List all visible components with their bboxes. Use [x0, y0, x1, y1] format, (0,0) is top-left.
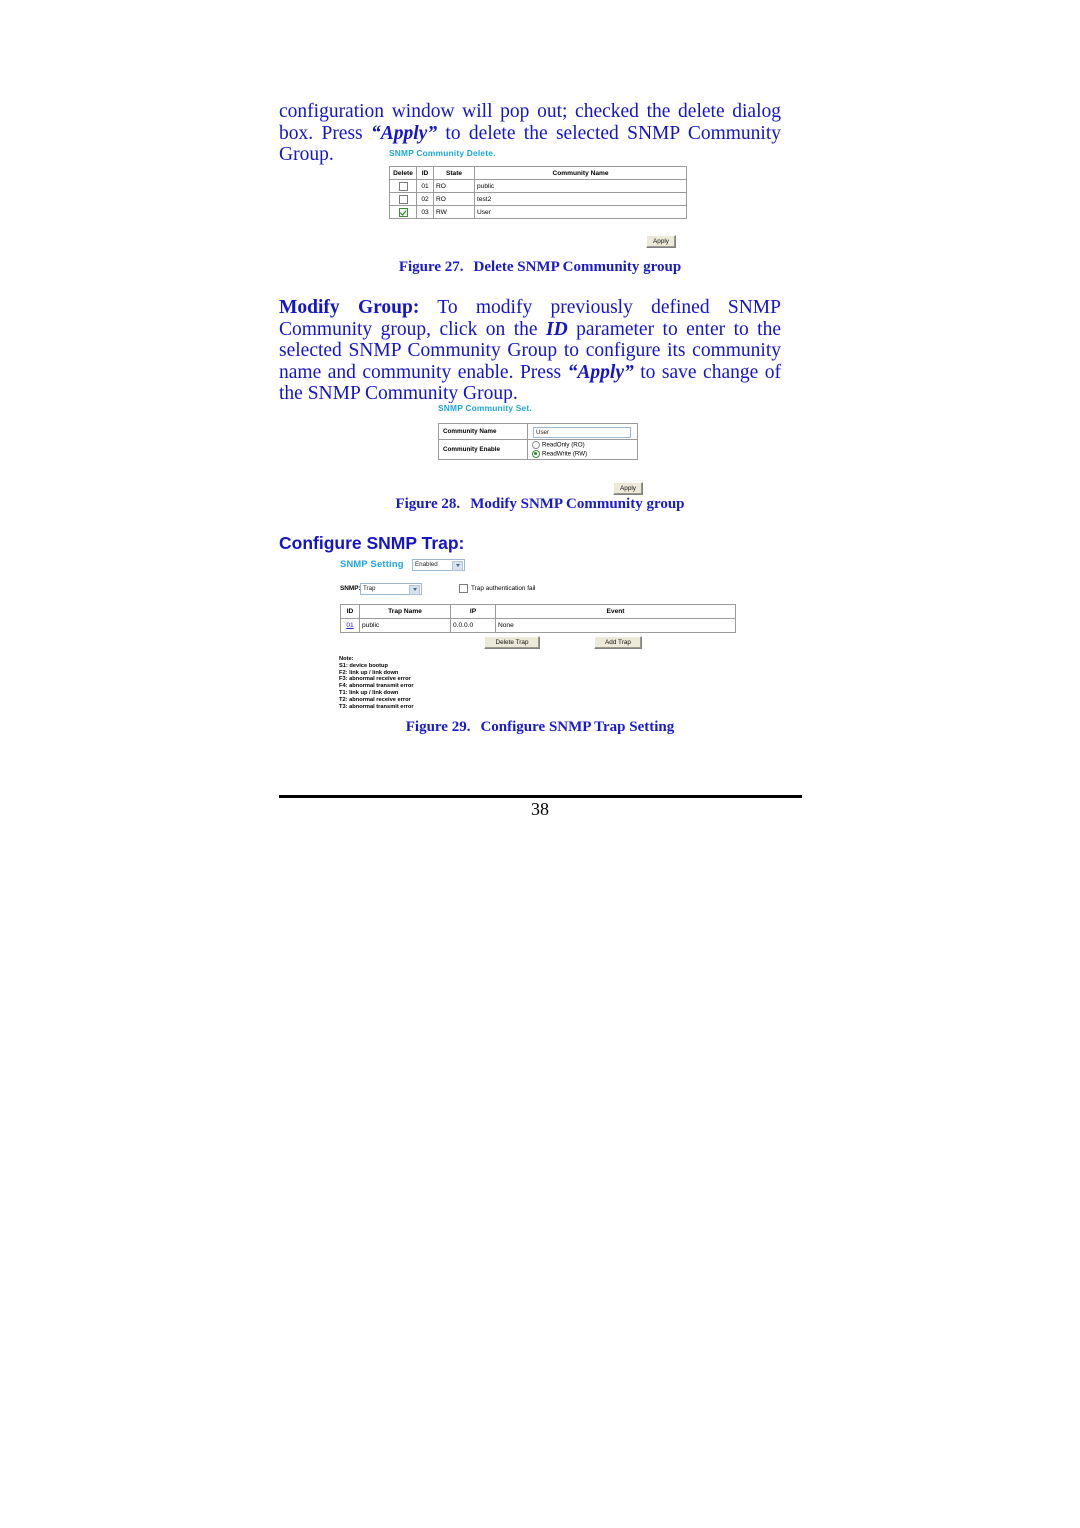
figure27-title: Delete SNMP Community group [473, 259, 682, 275]
figure27-screenshot: SNMP Community Delete. Delete ID State C… [388, 148, 690, 256]
figure29-title: Configure SNMP Trap Setting [480, 719, 675, 735]
figure27-number: Figure 27. [398, 259, 464, 275]
figure28-caption: Figure 28. Modify SNMP Community group [0, 496, 1080, 513]
figure27-caption: Figure 27. Delete SNMP Community group [0, 259, 1080, 276]
figure28-number: Figure 28. [395, 496, 461, 512]
section-heading-configure-snmp-trap: Configure SNMP Trap: [279, 533, 465, 553]
note-item: F3: abnormal receive error [339, 676, 411, 683]
trap-authentication-fail-option[interactable]: Trap authentication fail [459, 584, 535, 593]
snmp-community-set-form: Community Name User Community Enable Rea… [438, 423, 638, 461]
intro-line2-pre: Press [321, 122, 371, 144]
note-item: T2: abnormal receive error [339, 696, 411, 703]
form-row-community-enable: Community Enable ReadOnly (RO) ReadWrite… [438, 438, 638, 461]
row-community-name: test2 [474, 192, 687, 206]
table-row[interactable]: 03 RW User [389, 205, 687, 219]
radio-readonly-label: ReadOnly (RO) [542, 441, 585, 449]
row-state: RO [433, 192, 475, 206]
column-header-delete: Delete [389, 166, 417, 180]
apply-button[interactable]: Apply [646, 235, 676, 248]
snmp-trap-table: ID Trap Name IP Event 01 public 0.0.0.0 … [340, 604, 736, 633]
table-row[interactable]: 01 RO public [389, 179, 687, 193]
delete-checkbox-cell[interactable] [389, 179, 417, 193]
column-header-ip: IP [450, 604, 496, 619]
delete-checkbox[interactable] [398, 181, 408, 191]
table-header-row: ID Trap Name IP Event [340, 604, 736, 619]
note-item: T3: abnormal transmit error [339, 703, 414, 710]
row-state: RW [433, 205, 475, 219]
snmp-community-delete-table: Delete ID State Community Name 01 RO pub… [389, 166, 687, 219]
row-id: 03 [416, 205, 434, 219]
trap-authentication-fail-checkbox[interactable] [459, 584, 468, 593]
snmp-setting-title: SNMP Setting [340, 558, 404, 569]
figure29-caption: Figure 29. Configure SNMP Trap Setting [0, 719, 1080, 736]
column-header-id: ID [416, 166, 434, 180]
label-community-enable: Community Enable [438, 438, 528, 461]
snmp-label: SNMP: [340, 585, 361, 592]
row-id: 02 [416, 192, 434, 206]
trap-name: public [359, 618, 451, 633]
snmp-community-delete-title: SNMP Community Delete. [389, 148, 496, 158]
trap-id-cell[interactable]: 01 [340, 618, 360, 633]
table-header-row: Delete ID State Community Name [389, 166, 687, 180]
chevron-down-icon [413, 588, 417, 591]
document-page: configuration window will pop out; check… [0, 0, 1080, 1528]
table-row[interactable]: 01 public 0.0.0.0 None [340, 618, 736, 633]
chevron-down-icon [456, 564, 460, 567]
note-item: F2: link up / link down [339, 669, 399, 676]
notes-title: Note: [339, 656, 354, 662]
add-trap-button[interactable]: Add Trap [594, 636, 642, 649]
delete-checkbox-cell[interactable] [389, 192, 417, 206]
radio-option-readwrite[interactable]: ReadWrite (RW) [528, 449, 637, 459]
apply-button[interactable]: Apply [613, 482, 643, 495]
delete-checkbox-cell[interactable] [389, 205, 417, 219]
form-row-community-name: Community Name User [438, 423, 638, 440]
row-id: 01 [416, 179, 434, 193]
apply-emphasis: “Apply” [370, 122, 438, 144]
apply-emphasis: “Apply” [567, 361, 634, 383]
delete-checkbox-checked[interactable] [398, 207, 408, 217]
snmp-mode-select[interactable]: Trap [360, 583, 422, 595]
trap-authentication-fail-label: Trap authentication fail [471, 585, 536, 593]
trap-id-link[interactable]: 01 [346, 622, 353, 629]
footer-divider [279, 795, 802, 798]
snmp-community-set-title: SNMP Community Set. [438, 403, 532, 413]
snmp-mode-value: Trap [363, 585, 376, 592]
note-item: F4: abnormal transmit error [339, 683, 414, 690]
note-item: S1: device bootup [339, 662, 388, 669]
community-name-input[interactable]: User [533, 426, 631, 438]
trap-event: None [495, 618, 736, 633]
delete-checkbox[interactable] [398, 194, 408, 204]
figure28-title: Modify SNMP Community group [470, 496, 685, 512]
snmp-state-value: Enabled [415, 561, 438, 568]
community-enable-cell[interactable]: ReadOnly (RO) ReadWrite (RW) [527, 438, 638, 461]
column-header-trap-name: Trap Name [359, 604, 451, 619]
trap-event-notes: Note: S1: device bootup F2: link up / li… [339, 656, 414, 710]
column-header-id: ID [340, 604, 360, 619]
row-state: RO [433, 179, 475, 193]
radio-readwrite-icon[interactable] [532, 449, 540, 458]
row-community-name: User [474, 205, 687, 219]
figure29-screenshot: SNMP Setting Enabled SNMP: Trap Trap aut… [336, 557, 740, 717]
modify-group-lead: Modify Group: [279, 297, 420, 318]
radio-option-readonly[interactable]: ReadOnly (RO) [528, 441, 637, 450]
id-emphasis: ID [546, 318, 568, 340]
note-item: T1: link up / link down [339, 689, 399, 696]
radio-readwrite-label: ReadWrite (RW) [542, 450, 588, 458]
radio-readonly-icon[interactable] [532, 441, 540, 449]
table-row[interactable]: 02 RO test2 [389, 192, 687, 206]
column-header-community-name: Community Name [474, 166, 687, 180]
figure28-screenshot: SNMP Community Set. Community Name User … [437, 403, 649, 495]
label-community-name: Community Name [438, 423, 528, 440]
page-number: 38 [531, 799, 549, 819]
delete-trap-button[interactable]: Delete Trap [484, 636, 540, 649]
column-header-state: State [433, 166, 475, 180]
community-name-cell[interactable]: User [527, 423, 638, 440]
column-header-event: Event [495, 604, 736, 619]
row-community-name: public [474, 179, 687, 193]
paragraph-modify-group: Modify Group: To modify previously defin… [279, 297, 781, 405]
snmp-state-select[interactable]: Enabled [412, 559, 465, 571]
trap-ip: 0.0.0.0 [450, 618, 496, 633]
figure29-number: Figure 29. [405, 719, 471, 735]
